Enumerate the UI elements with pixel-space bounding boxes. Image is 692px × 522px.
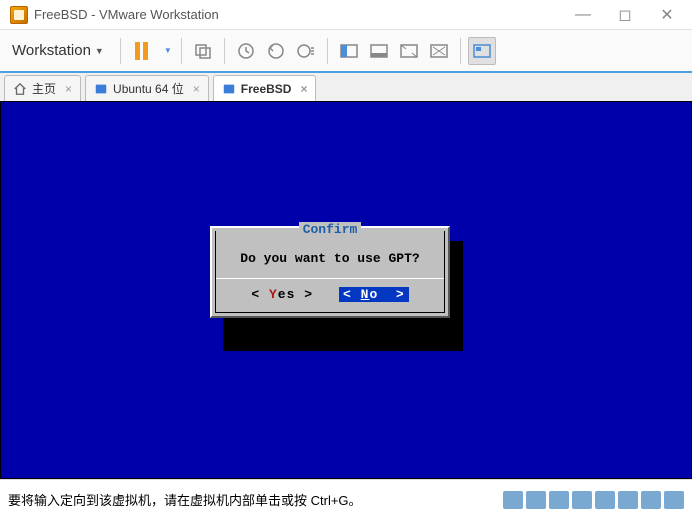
chevron-down-icon: ▼ bbox=[164, 46, 172, 55]
device-sound-icon[interactable] bbox=[595, 491, 615, 509]
minimize-button[interactable]: — bbox=[562, 1, 604, 29]
view-console-button[interactable] bbox=[365, 37, 393, 65]
workstation-menu[interactable]: Workstation ▼ bbox=[6, 38, 110, 63]
clock-list-icon bbox=[297, 42, 315, 60]
vm-display[interactable]: Confirm Do you want to use GPT? < Yes > … bbox=[0, 101, 692, 479]
clock-icon bbox=[237, 42, 255, 60]
thumbnail-icon bbox=[473, 44, 491, 58]
pause-icon bbox=[135, 42, 148, 60]
unity-icon bbox=[430, 44, 448, 58]
dialog-separator bbox=[216, 278, 444, 279]
maximize-button[interactable]: ◻ bbox=[604, 1, 646, 29]
tab-label: Ubuntu 64 位 bbox=[113, 80, 184, 97]
toolbar-separator bbox=[460, 38, 461, 64]
send-cad-button[interactable] bbox=[189, 37, 217, 65]
vm-cube-icon bbox=[222, 82, 236, 96]
toolbar-separator bbox=[224, 38, 225, 64]
power-dropdown-button[interactable]: ▼ bbox=[158, 37, 174, 65]
fullscreen-icon bbox=[400, 44, 418, 58]
vm-tabs: 主页 × Ubuntu 64 位 × FreeBSD × bbox=[0, 73, 692, 101]
toolbar: Workstation ▼ ▼ bbox=[0, 30, 692, 73]
send-ctrlaltdel-icon bbox=[194, 42, 212, 60]
snapshot-revert-button[interactable] bbox=[262, 37, 290, 65]
vmware-app-icon bbox=[10, 6, 28, 24]
device-printer-icon[interactable] bbox=[618, 491, 638, 509]
device-message-icon[interactable] bbox=[664, 491, 684, 509]
view-sidebyside-button[interactable] bbox=[335, 37, 363, 65]
no-button[interactable]: < No > bbox=[339, 287, 409, 302]
clock-back-icon bbox=[267, 42, 285, 60]
tab-ubuntu[interactable]: Ubuntu 64 位 × bbox=[85, 75, 209, 101]
toolbar-separator bbox=[120, 38, 121, 64]
thumbnail-bar-button[interactable] bbox=[468, 37, 496, 65]
workstation-menu-label: Workstation bbox=[12, 42, 91, 59]
title-bar: FreeBSD - VMware Workstation — ◻ ✕ bbox=[0, 0, 692, 30]
snapshot-take-button[interactable] bbox=[232, 37, 260, 65]
snapshot-manager-button[interactable] bbox=[292, 37, 320, 65]
dialog-buttons: < Yes > < No > bbox=[216, 287, 444, 312]
console-icon bbox=[370, 44, 388, 58]
dialog-title: Confirm bbox=[299, 222, 362, 237]
device-hdd-icon[interactable] bbox=[503, 491, 523, 509]
vm-cube-icon bbox=[94, 82, 108, 96]
caret-down-icon: ▼ bbox=[95, 46, 104, 56]
device-usb-icon[interactable] bbox=[572, 491, 592, 509]
dialog-message: Do you want to use GPT? bbox=[216, 245, 444, 278]
tab-home[interactable]: 主页 × bbox=[4, 75, 81, 101]
tab-close-button[interactable]: × bbox=[193, 82, 200, 96]
split-view-icon bbox=[340, 44, 358, 58]
unity-button[interactable] bbox=[425, 37, 453, 65]
toolbar-separator bbox=[181, 38, 182, 64]
status-device-icons bbox=[503, 491, 684, 509]
home-icon bbox=[13, 82, 27, 96]
device-network-icon[interactable] bbox=[549, 491, 569, 509]
fullscreen-button[interactable] bbox=[395, 37, 423, 65]
tab-freebsd[interactable]: FreeBSD × bbox=[213, 75, 317, 101]
toolbar-separator bbox=[327, 38, 328, 64]
yes-button[interactable]: < Yes > bbox=[251, 287, 313, 302]
status-hint: 要将输入定向到该虚拟机，请在虚拟机内部单击或按 Ctrl+G。 bbox=[8, 490, 362, 509]
tab-label: 主页 bbox=[32, 80, 56, 97]
tab-close-button[interactable]: × bbox=[300, 82, 307, 96]
device-display-icon[interactable] bbox=[641, 491, 661, 509]
close-button[interactable]: ✕ bbox=[646, 1, 688, 29]
device-cd-icon[interactable] bbox=[526, 491, 546, 509]
confirm-dialog: Confirm Do you want to use GPT? < Yes > … bbox=[210, 226, 450, 318]
tab-close-button[interactable]: × bbox=[65, 82, 72, 96]
window-title: FreeBSD - VMware Workstation bbox=[34, 7, 562, 22]
pause-vm-button[interactable] bbox=[128, 37, 156, 65]
status-bar: 要将输入定向到该虚拟机，请在虚拟机内部单击或按 Ctrl+G。 bbox=[0, 479, 692, 519]
window-controls: — ◻ ✕ bbox=[562, 1, 688, 29]
tab-label: FreeBSD bbox=[241, 82, 292, 96]
dialog-title-bar: Confirm bbox=[216, 230, 444, 245]
